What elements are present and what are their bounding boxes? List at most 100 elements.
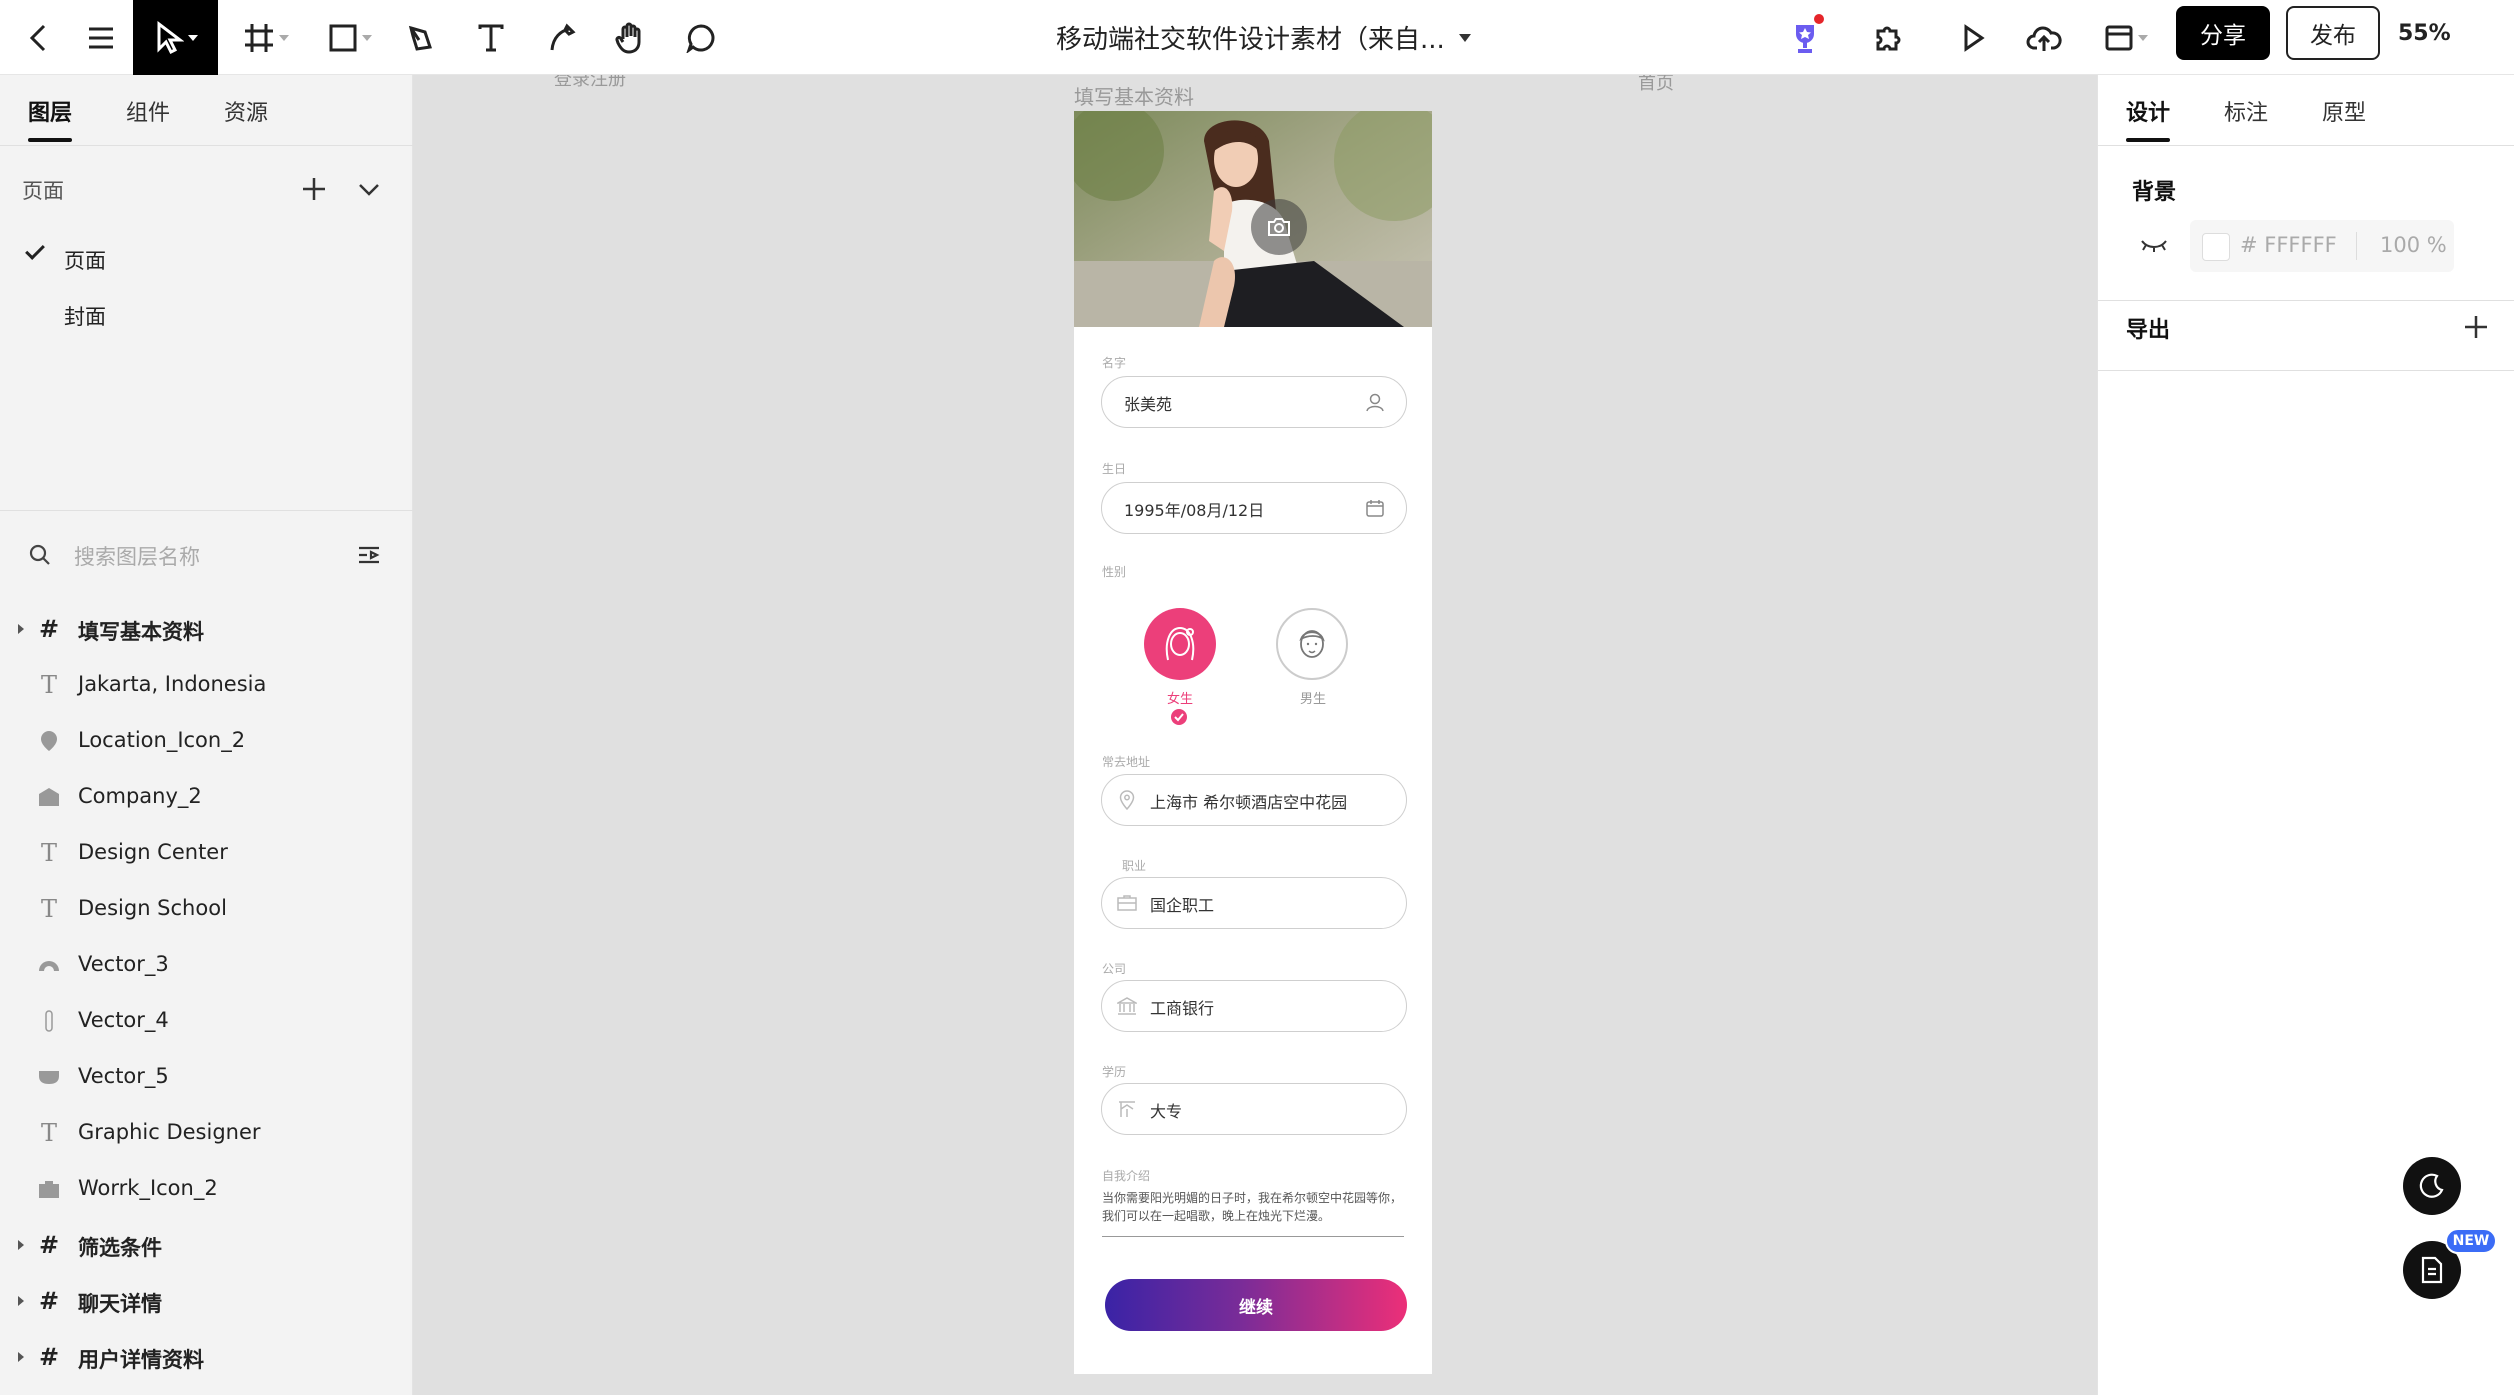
- layer-text[interactable]: T Design Center: [0, 826, 413, 882]
- layer-vector[interactable]: Vector_5: [0, 1050, 413, 1106]
- layer-frame-basic-info[interactable]: # 填写基本资料: [0, 602, 413, 658]
- artboard-basic-info[interactable]: 名字 张美苑 生日 1995年/08月/12日 性别 女生 男生 常去地址 上海…: [1074, 111, 1432, 1374]
- eye-hidden-icon[interactable]: [2140, 235, 2168, 255]
- layer-name: Company_2: [78, 784, 202, 808]
- education-value: 大专: [1150, 1102, 1183, 1121]
- menu-button[interactable]: [76, 0, 126, 75]
- select-tool-button[interactable]: [133, 0, 218, 75]
- expand-arrow-icon[interactable]: [18, 1240, 24, 1250]
- frame-tool-button[interactable]: [236, 0, 296, 75]
- divider: [2098, 300, 2514, 301]
- pen-icon: [408, 25, 432, 51]
- education-field[interactable]: 大专: [1101, 1083, 1407, 1135]
- layer-frame-filter[interactable]: # 筛选条件: [0, 1218, 413, 1274]
- layout-dropdown-caret: [2138, 34, 2148, 41]
- preview-button[interactable]: [1952, 0, 1994, 75]
- female-option[interactable]: [1144, 608, 1216, 680]
- trophy-button[interactable]: [1784, 0, 1826, 75]
- male-option[interactable]: [1276, 608, 1348, 680]
- hamburger-icon: [89, 27, 113, 48]
- layer-frame-user-detail[interactable]: # 用户详情资料: [0, 1330, 413, 1386]
- layer-search[interactable]: 搜索图层名称: [0, 527, 413, 583]
- name-field[interactable]: 张美苑: [1101, 376, 1407, 428]
- top-toolbar: 移动端社交软件设计素材（来自... 分享 发布 55%: [0, 0, 2514, 75]
- address-label: 常去地址: [1102, 755, 1151, 769]
- plugins-button[interactable]: [1868, 0, 1910, 75]
- job-field[interactable]: 国企职工: [1101, 877, 1407, 929]
- layer-text[interactable]: T Jakarta, Indonesia: [0, 658, 413, 714]
- publish-button[interactable]: 发布: [2286, 6, 2380, 60]
- design-canvas[interactable]: 登录注册 填写基本资料 首页 名字 张美苑 生日 1995年/08月/12日 性…: [414, 75, 2096, 1395]
- expand-arrow-icon[interactable]: [18, 1352, 24, 1362]
- tab-components[interactable]: 组件: [126, 95, 170, 127]
- background-fill-field[interactable]: # FFFFFF 100 %: [2190, 220, 2454, 272]
- tab-annotation[interactable]: 标注: [2224, 95, 2268, 127]
- expand-arrow-icon[interactable]: [18, 1296, 24, 1306]
- female-label: 女生: [1167, 692, 1194, 707]
- job-label: 职业: [1122, 859, 1147, 873]
- color-swatch[interactable]: [2202, 233, 2230, 261]
- birthday-field[interactable]: 1995年/08月/12日: [1101, 482, 1407, 534]
- tab-assets[interactable]: 资源: [224, 95, 268, 127]
- active-tab-indicator: [28, 138, 72, 142]
- frame-dropdown-caret: [279, 34, 289, 41]
- layer-name: Design Center: [78, 840, 228, 864]
- text-tool-button[interactable]: [471, 0, 511, 75]
- expand-arrow-icon[interactable]: [18, 624, 24, 634]
- tab-layers[interactable]: 图层: [28, 95, 72, 127]
- frame-icon: #: [38, 1287, 60, 1315]
- pencil-tool-button[interactable]: [542, 0, 582, 75]
- divider: [2098, 145, 2514, 146]
- layer-text[interactable]: T Design School: [0, 882, 413, 938]
- search-input[interactable]: 搜索图层名称: [74, 541, 200, 571]
- text-icon: T: [40, 895, 57, 923]
- layer-vector[interactable]: Vector_4: [0, 994, 413, 1050]
- chevron-down-icon[interactable]: [356, 177, 382, 201]
- tab-design[interactable]: 设计: [2126, 95, 2170, 127]
- change-photo-button[interactable]: [1251, 199, 1307, 255]
- layer-company[interactable]: Company_2: [0, 770, 413, 826]
- page-item-page[interactable]: 页面: [64, 245, 106, 275]
- filter-list-icon[interactable]: [356, 543, 382, 567]
- continue-button[interactable]: 继续: [1105, 1279, 1407, 1331]
- new-badge: NEW: [2445, 1228, 2497, 1254]
- artboard-label-login[interactable]: 登录注册: [554, 75, 626, 91]
- text-icon: T: [40, 671, 57, 699]
- layer-location-icon[interactable]: Location_Icon_2: [0, 714, 413, 770]
- back-button[interactable]: [14, 0, 64, 75]
- shape-tool-button[interactable]: [320, 0, 380, 75]
- page-item-cover[interactable]: 封面: [64, 301, 106, 331]
- add-page-icon[interactable]: [300, 175, 328, 203]
- artboard-label-basic-info[interactable]: 填写基本资料: [1074, 81, 1194, 110]
- layer-name: 用户详情资料: [78, 1348, 204, 1372]
- tab-prototype[interactable]: 原型: [2322, 95, 2366, 127]
- divider: [0, 510, 413, 511]
- upload-button[interactable]: [2022, 0, 2066, 75]
- vector-icon: [36, 1008, 62, 1034]
- opacity-value[interactable]: 100 %: [2380, 233, 2447, 257]
- play-icon: [1964, 23, 1985, 52]
- layer-frame-chat[interactable]: # 聊天详情: [0, 1274, 413, 1330]
- female-avatar-icon: [1165, 626, 1195, 661]
- dark-mode-button[interactable]: [2403, 1157, 2461, 1215]
- comment-tool-button[interactable]: [681, 0, 721, 75]
- vector-icon: [36, 952, 62, 978]
- layer-text[interactable]: T Graphic Designer: [0, 1106, 413, 1162]
- zoom-level[interactable]: 55%: [2398, 0, 2451, 66]
- layer-vector[interactable]: Vector_3: [0, 938, 413, 994]
- frame-icon: #: [38, 1343, 60, 1371]
- bio-text[interactable]: 当你需要阳光明媚的日子时，我在希尔顿空中花园等你，我们可以在一起唱歌，晚上在烛光…: [1102, 1189, 1402, 1225]
- hand-tool-button[interactable]: [610, 0, 650, 75]
- address-value: 上海市 希尔顿酒店空中花园: [1150, 793, 1348, 812]
- pen-tool-button[interactable]: [400, 0, 440, 75]
- address-field[interactable]: 上海市 希尔顿酒店空中花园: [1101, 774, 1407, 826]
- hex-value[interactable]: # FFFFFF: [2240, 233, 2337, 257]
- artboard-label-home[interactable]: 首页: [1638, 75, 1674, 95]
- add-export-icon[interactable]: [2462, 313, 2490, 341]
- layer-work-icon[interactable]: Worrk_Icon_2: [0, 1162, 413, 1218]
- share-button[interactable]: 分享: [2176, 6, 2270, 60]
- cursor-icon: [157, 20, 184, 54]
- document-title[interactable]: 移动端社交软件设计素材（来自...: [1056, 0, 1471, 75]
- layout-button[interactable]: [2096, 0, 2156, 75]
- company-field[interactable]: 工商银行: [1101, 980, 1407, 1032]
